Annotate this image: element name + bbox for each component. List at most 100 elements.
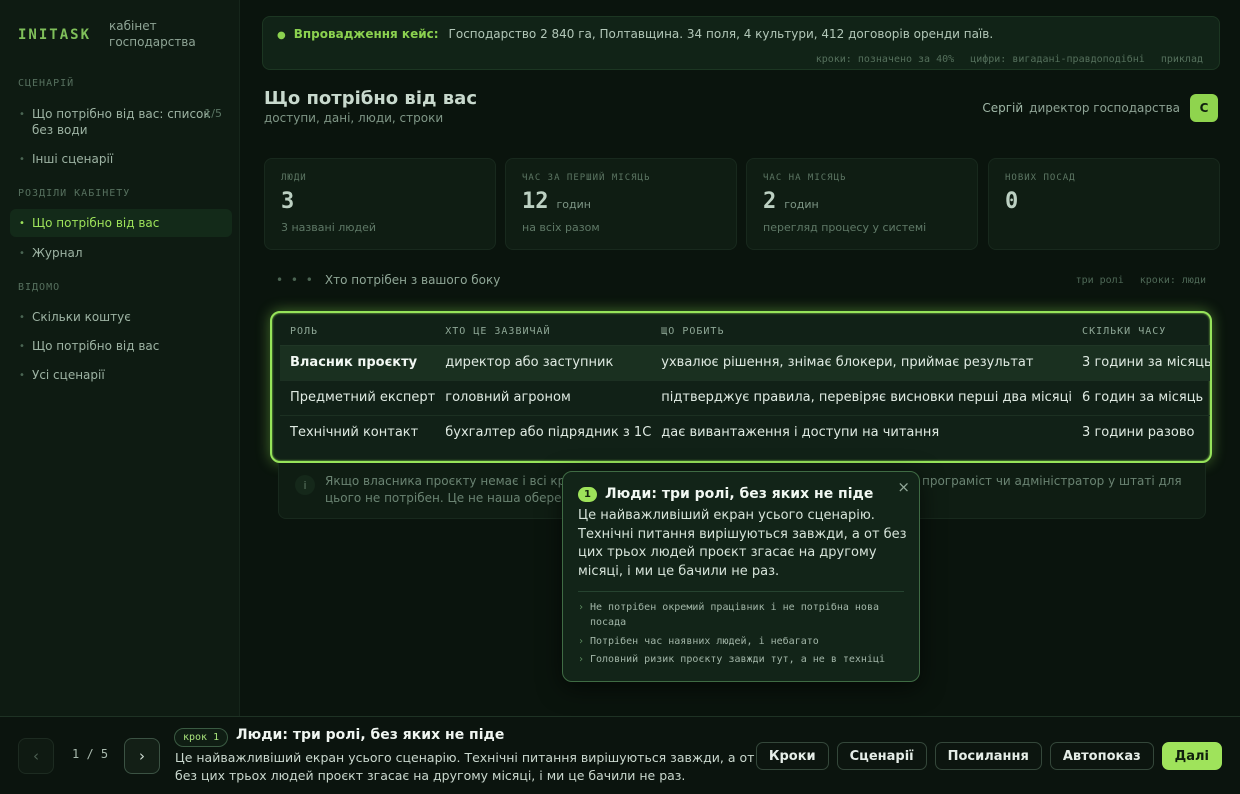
- sidebar-item-label: Усі сценарії: [32, 368, 105, 382]
- sidebar-item-label: Що потрібно від вас: список без води: [32, 107, 211, 137]
- table-cell-role: Технічний контакт: [290, 425, 419, 441]
- column-header-role: РОЛЬ: [280, 319, 436, 346]
- user-menu[interactable]: Сергій директор господарства С: [982, 94, 1218, 122]
- previous-button[interactable]: ‹: [18, 738, 54, 774]
- brand-logo[interactable]: INITASK: [18, 18, 91, 50]
- close-icon[interactable]: ×: [897, 478, 910, 496]
- banner-meta-item: цифри: вигадані-правдоподібні: [970, 54, 1145, 65]
- stat-unit: годин: [556, 198, 591, 211]
- table-cell-role: Власник проєкту: [280, 345, 436, 381]
- next-arrow-button[interactable]: ›: [124, 738, 160, 774]
- table-cell-time: 6 годин за місяць: [1072, 380, 1210, 416]
- link-button[interactable]: Посилання: [934, 742, 1042, 770]
- table-header-row: РОЛЬ ХТО ЦЕ ЗАЗВИЧАЙ ЩО РОБИТЬ СКІЛЬКИ Ч…: [280, 319, 1210, 346]
- roles-table: РОЛЬ ХТО ЦЕ ЗАЗВИЧАЙ ЩО РОБИТЬ СКІЛЬКИ Ч…: [280, 319, 1210, 450]
- table-cell-who: головний агроном: [435, 380, 652, 416]
- dots-icon: • • •: [276, 273, 315, 287]
- sidebar-item-label: Скільки коштує: [32, 310, 131, 324]
- step-title: Люди: три ролі, без яких не піде: [236, 727, 505, 743]
- steps-button[interactable]: Кроки: [755, 742, 829, 770]
- sidebar-item-current-scenario[interactable]: • Що потрібно від вас: список без води 1…: [10, 100, 232, 144]
- bottom-actions: Кроки Сценарії Посилання Автопоказ Далі: [755, 742, 1222, 770]
- sidebar-item-journal[interactable]: • Журнал: [10, 239, 232, 267]
- stat-label: ЛЮДИ: [281, 173, 307, 183]
- section-title: Хто потрібен з вашого боку: [324, 273, 501, 287]
- roles-table-card: РОЛЬ ХТО ЦЕ ЗАЗВИЧАЙ ЩО РОБИТЬ СКІЛЬКИ Ч…: [270, 311, 1212, 463]
- sidebar-section-title: РОЗДІЛИ КАБІНЕТУ: [18, 188, 131, 199]
- tour-popover: 1 Люди: три ролі, без яких не піде × Це …: [562, 471, 920, 682]
- sidebar-item-label: Що потрібно від вас: [32, 339, 160, 353]
- section-meta-item: кроки: люди: [1139, 275, 1206, 286]
- brand: INITASK кабінет господарства: [18, 18, 219, 50]
- banner-label: Впровадження кейс:: [293, 27, 439, 41]
- stat-number: 2: [763, 189, 777, 214]
- sidebar-section-title: ВІДОМО: [18, 282, 61, 293]
- step-counter: 1 / 5: [72, 747, 109, 761]
- sidebar-item-other-scenarios[interactable]: • Інші сценарії: [10, 145, 232, 173]
- table-row: Предметний експерт головний агроном підт…: [280, 380, 1210, 416]
- bullet-icon: •: [19, 248, 25, 259]
- stat-value: 12 годин: [522, 189, 591, 214]
- stat-value: 3: [281, 189, 294, 214]
- stat-card-first-month: ЧАС ЗА ПЕРШИЙ МІСЯЦЬ 12 годин на всіх раз…: [505, 158, 737, 250]
- table-cell-what: підтверджує правила, перевіряє висновки …: [651, 380, 1073, 416]
- bullet-icon: •: [19, 109, 25, 120]
- user-name: Сергій: [982, 101, 1024, 115]
- popover-title-text: Люди: три ролі, без яких не піде: [605, 486, 874, 502]
- bullet-icon: •: [19, 341, 25, 352]
- avatar[interactable]: С: [1190, 94, 1218, 122]
- table-row: Технічний контакт бухгалтер або підрядни…: [280, 415, 1210, 450]
- stat-number: 12: [522, 189, 549, 214]
- stat-label: НОВИХ ПОСАД: [1005, 173, 1076, 183]
- stat-card-people: ЛЮДИ 3 3 названі людей: [264, 158, 496, 250]
- stat-number: 3: [281, 189, 295, 214]
- bullet-icon: •: [19, 312, 25, 323]
- sidebar-item-cost[interactable]: • Скільки коштує: [10, 303, 232, 331]
- stat-unit: годин: [784, 198, 819, 211]
- list-item: Головний ризик проєкту завжди тут, а не …: [578, 652, 908, 667]
- stat-value: 2 годин: [763, 189, 819, 214]
- column-header-what: ЩО РОБИТЬ: [651, 319, 1073, 346]
- sidebar: INITASK кабінет господарства СЦЕНАРІЙ • …: [0, 0, 240, 716]
- page-subtitle: доступи, дані, люди, строки: [264, 111, 444, 125]
- brand-subtitle: кабінет господарства: [109, 19, 196, 49]
- scenarios-button[interactable]: Сценарії: [836, 742, 927, 770]
- popover-body: Це найважливіший екран усього сценарію. …: [578, 508, 907, 579]
- autoplay-button[interactable]: Автопоказ: [1049, 742, 1154, 770]
- list-item: Не потрібен окремий працівник і не потрі…: [578, 600, 908, 630]
- table-cell-role: Предметний експерт: [280, 380, 436, 416]
- table-cell-time: 3 години разово: [1082, 425, 1195, 441]
- stat-foot: 3 названі людей: [281, 221, 377, 234]
- stat-card-new-positions: НОВИХ ПОСАД 0: [988, 158, 1220, 250]
- status-dot-icon: ●: [277, 30, 286, 41]
- popover-title: 1 Люди: три ролі, без яких не піде: [578, 486, 873, 502]
- table-row: Власник проєкту директор або заступник у…: [280, 345, 1210, 381]
- bullet-icon: •: [19, 218, 25, 229]
- stat-label: ЧАС НА МІСЯЦЬ: [763, 173, 847, 183]
- divider: [578, 591, 904, 592]
- step-number-badge: 1: [578, 486, 597, 502]
- bullet-icon: •: [19, 154, 25, 165]
- banner-text: Господарство 2 840 га, Полтавщина. 34 по…: [448, 27, 994, 41]
- section-meta: три ролі кроки: люди: [1066, 275, 1206, 286]
- user-role: директор господарства: [1029, 101, 1180, 115]
- table-cell-time: 3 години за місяць: [1072, 345, 1210, 381]
- section-heading: • • • Хто потрібен з вашого боку: [276, 273, 500, 287]
- banner-meta-item: приклад: [1160, 54, 1203, 65]
- sidebar-item-requirements-2[interactable]: • Що потрібно від вас: [10, 332, 232, 360]
- popover-bullets: Не потрібен окремий працівник і не потрі…: [578, 600, 908, 671]
- sidebar-item-requirements[interactable]: • Що потрібно від вас: [10, 209, 232, 237]
- step-badge: крок 1: [174, 728, 229, 747]
- table-cell-who: директор або заступник: [435, 345, 652, 381]
- stat-card-monthly: ЧАС НА МІСЯЦЬ 2 годин перегляд процесу у …: [746, 158, 978, 250]
- step-description: Це найважливіший екран усього сценарію. …: [175, 750, 755, 783]
- stat-number: 0: [1005, 189, 1019, 214]
- banner-meta: кроки: позначено за 40% цифри: вигадані-…: [806, 54, 1203, 65]
- stat-foot: перегляд процесу у системі: [763, 221, 927, 234]
- section-meta-item: три ролі: [1075, 275, 1124, 286]
- table-cell-what: дає вивантаження і доступи на читання: [661, 425, 940, 441]
- next-button[interactable]: Далі: [1161, 742, 1222, 770]
- sidebar-item-all-scenarios[interactable]: • Усі сценарії: [10, 361, 232, 389]
- sidebar-item-label: Що потрібно від вас: [32, 216, 160, 230]
- banner-text-line: ● Впровадження кейс: Господарство 2 840 га…: [277, 27, 993, 41]
